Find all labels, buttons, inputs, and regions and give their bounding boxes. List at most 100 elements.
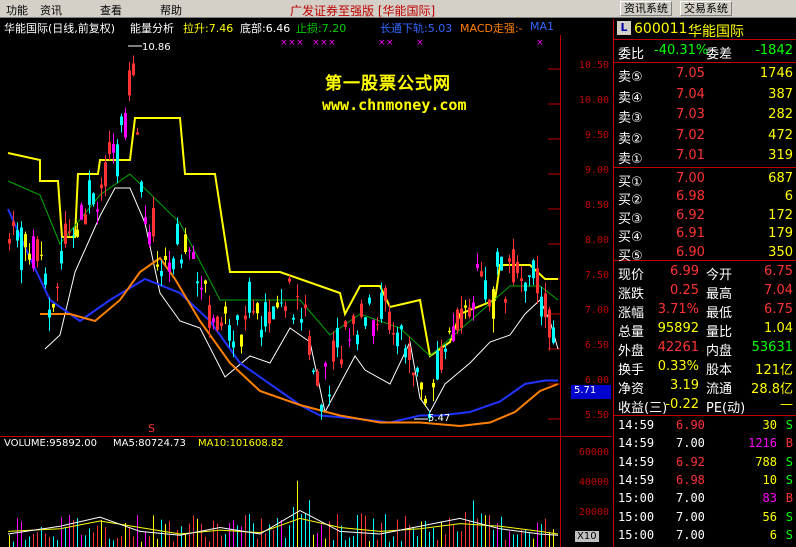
- bid-price: 7.00: [676, 171, 705, 186]
- price-tick: 7.00: [584, 305, 609, 316]
- weibi-row: 委比 -40.31% 委差 -1842: [614, 41, 796, 62]
- menu-function[interactable]: 功能: [6, 2, 28, 18]
- kline-chart[interactable]: × × × × × × × × × ×: [0, 35, 560, 437]
- volume-header: VOLUME:95892.00 MA5:80724.73 MA10:101608…: [0, 437, 612, 451]
- weicha-label: 委差: [706, 47, 733, 62]
- tick-side: S: [785, 527, 793, 542]
- ask-volume: 319: [768, 148, 793, 164]
- stock-header: L 600011 华能国际: [614, 19, 796, 40]
- tick-time: 15:00: [618, 527, 655, 542]
- bid-price: 6.91: [676, 226, 705, 242]
- stat-value: 0.33%: [657, 359, 699, 374]
- svg-text:×: ×: [386, 38, 394, 48]
- price-tick: 5.50: [584, 410, 609, 421]
- price-tick: 6.50: [584, 340, 609, 351]
- trade-system-button[interactable]: 交易系统: [680, 1, 732, 16]
- weibi-value: -40.31%: [654, 43, 709, 58]
- price-tick: 8.00: [584, 235, 609, 246]
- tick-price: 6.92: [676, 454, 705, 469]
- ask-volume: 1746: [759, 66, 793, 81]
- price-tick: 7.50: [584, 270, 609, 281]
- ma10-value: MA10:101608.82: [198, 438, 284, 449]
- ma5-value: MA5:80724.73: [113, 438, 186, 449]
- ask-label: 卖⑤: [618, 70, 643, 85]
- low-price-label: 5.47: [428, 413, 451, 424]
- tick-row: 15:00 7.00 6 S: [614, 527, 796, 545]
- tick-time: 14:59: [618, 436, 655, 451]
- macd-value: MACD走强:-: [460, 22, 523, 35]
- volume-chart[interactable]: [0, 451, 560, 547]
- ask-volume: 282: [768, 107, 793, 123]
- indicator-name[interactable]: 能量分析: [130, 20, 174, 36]
- tick-price: 6.98: [676, 472, 705, 487]
- ask-row: 卖③ 7.03 282: [614, 105, 796, 126]
- stat-label: 收益(三): [618, 401, 668, 416]
- menu-news[interactable]: 资讯: [40, 2, 62, 18]
- bid-volume: 6: [784, 189, 793, 205]
- bid-volume: 350: [768, 244, 793, 260]
- tick-volume: 1216: [748, 436, 777, 451]
- qushi-value: 长通下轨:5.03: [380, 22, 453, 35]
- tick-side: B: [785, 491, 793, 506]
- tick-row: 14:59 6.90 30 S: [614, 417, 796, 435]
- stock-name: 华能国际: [688, 24, 744, 40]
- stock-code: 600011: [634, 21, 688, 37]
- ask-row: 卖④ 7.04 387: [614, 85, 796, 106]
- bid-price: 6.92: [676, 207, 705, 223]
- tick-time: 15:00: [618, 491, 655, 506]
- logo-icon: L: [617, 21, 631, 35]
- menu-help[interactable]: 帮助: [160, 2, 182, 18]
- bid-volume: 179: [768, 226, 793, 242]
- ask-price: 7.05: [676, 66, 705, 81]
- tick-side: S: [785, 509, 793, 524]
- tick-side: B: [785, 436, 793, 451]
- tick-time: 14:59: [618, 418, 655, 432]
- tick-volume: 83: [762, 491, 777, 506]
- bid-volume: 172: [768, 207, 793, 223]
- svg-text:×: ×: [320, 38, 328, 48]
- volume-axis: 60000 40000 20000 X10: [560, 437, 612, 547]
- window-title: 广发证券至强版 [华能国际]: [290, 4, 436, 18]
- stat-row: 净资 3.19 流通 28.8亿: [614, 376, 796, 397]
- ma-value: MA1: [530, 20, 555, 33]
- chart-title: 华能国际(日线,前复权): [4, 22, 116, 35]
- menu-bar: 功能 资讯 查看 帮助 广发证券至强版 [华能国际] 资讯系统 交易系统: [0, 0, 796, 18]
- price-tick: 8.50: [584, 200, 609, 211]
- ask-price: 7.02: [676, 127, 705, 143]
- high-price-label: 10.86: [142, 42, 171, 53]
- stat-value: —: [780, 397, 793, 412]
- price-tick: 10.00: [578, 95, 609, 106]
- volume-value: VOLUME:95892.00: [4, 438, 97, 449]
- tick-price: 6.90: [676, 418, 705, 432]
- tick-price: 7.00: [676, 527, 705, 542]
- news-system-button[interactable]: 资讯系统: [620, 1, 672, 16]
- svg-text:×: ×: [416, 38, 424, 48]
- ask-label: 卖①: [618, 152, 643, 168]
- volume-unit: X10: [575, 531, 599, 542]
- price-axis: 10.50 10.00 9.50 9.00 8.50 8.00 7.50 7.00 6.50 6.…: [560, 35, 612, 437]
- stat-label: PE(动): [706, 401, 746, 416]
- menu-view[interactable]: 查看: [100, 2, 122, 18]
- ask-price: 7.04: [676, 86, 705, 102]
- tick-side: S: [785, 418, 793, 432]
- price-tick: 10.50: [578, 60, 609, 71]
- tick-side: S: [785, 454, 793, 469]
- svg-text:×: ×: [280, 38, 288, 48]
- stat-row: 总量 95892 量比 1.04: [614, 319, 796, 340]
- tick-row: 14:59 7.00 1216 B: [614, 435, 796, 453]
- svg-text:×: ×: [378, 38, 386, 48]
- watermark-title: 第一股票公式网: [325, 74, 451, 94]
- bid-price: 6.98: [676, 189, 705, 205]
- stat-value: 6.75: [764, 302, 793, 317]
- ask-price: 7.01: [676, 148, 705, 164]
- ask-row: 卖② 7.02 472: [614, 126, 796, 147]
- stat-row: 外盘 42261 内盘 53631: [614, 338, 796, 359]
- ask-row: 卖⑤ 7.05 1746: [614, 64, 796, 85]
- bid-price: 6.90: [676, 244, 705, 260]
- lashen-value: 拉升:7.46: [183, 22, 234, 35]
- stat-value: 95892: [657, 321, 699, 336]
- bid-label: 买⑤: [618, 248, 643, 264]
- stat-value: 42261: [657, 340, 699, 355]
- stat-value: 6.75: [764, 264, 793, 279]
- tick-time: 14:59: [618, 454, 655, 469]
